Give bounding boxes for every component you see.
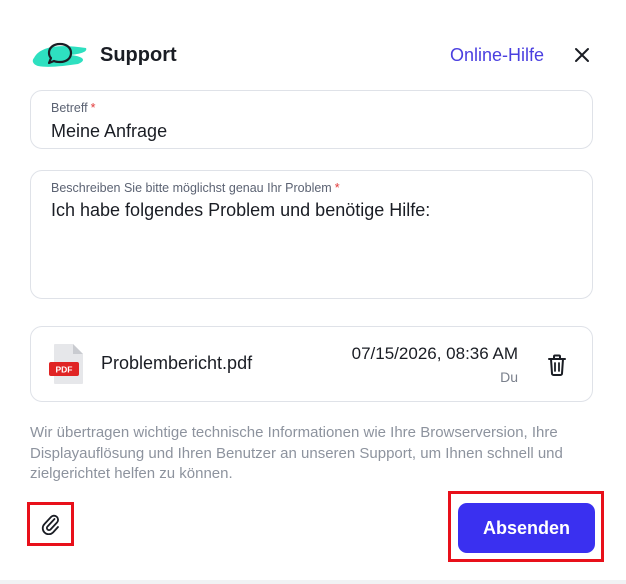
paperclip-icon [41,514,59,535]
dialog-header: Support Online-Hilfe [30,36,596,74]
trash-icon [548,354,566,376]
send-button[interactable]: Absenden [458,503,595,553]
required-mark: * [334,181,340,195]
chat-bubble-icon [30,36,92,74]
subject-input[interactable] [51,121,572,142]
delete-attachment-button[interactable] [546,353,568,377]
pdf-badge: PDF [56,365,73,375]
description-field[interactable]: Beschreiben Sie bitte möglichst genau Ih… [30,170,593,299]
attachment-date: 07/15/2026, 08:36 AM [351,344,518,363]
pdf-file-icon: PDF [49,344,83,384]
subject-label: Betreff * [51,101,96,115]
required-mark: * [90,101,96,115]
dialog-title: Support [100,43,177,66]
attach-file-button[interactable] [27,502,74,546]
description-textarea[interactable]: Ich habe folgendes Problem und benötige … [51,200,572,221]
description-label: Beschreiben Sie bitte möglichst genau Ih… [51,181,340,195]
attachment-item: PDF Problembericht.pdf 07/15/2026, 08:36… [30,326,593,402]
page-edge [0,580,626,584]
info-text: Wir übertragen wichtige technische Infor… [30,424,563,482]
close-icon [575,48,589,62]
close-button[interactable] [568,41,596,69]
subject-field[interactable]: Betreff * [30,90,593,149]
attachment-file-name[interactable]: Problembericht.pdf [101,353,252,374]
support-dialog: Support Online-Hilfe Betreff* Beschreibe… [0,0,626,584]
online-help-link[interactable]: Online-Hilfe [450,45,544,66]
attachment-author: Du [500,369,518,385]
